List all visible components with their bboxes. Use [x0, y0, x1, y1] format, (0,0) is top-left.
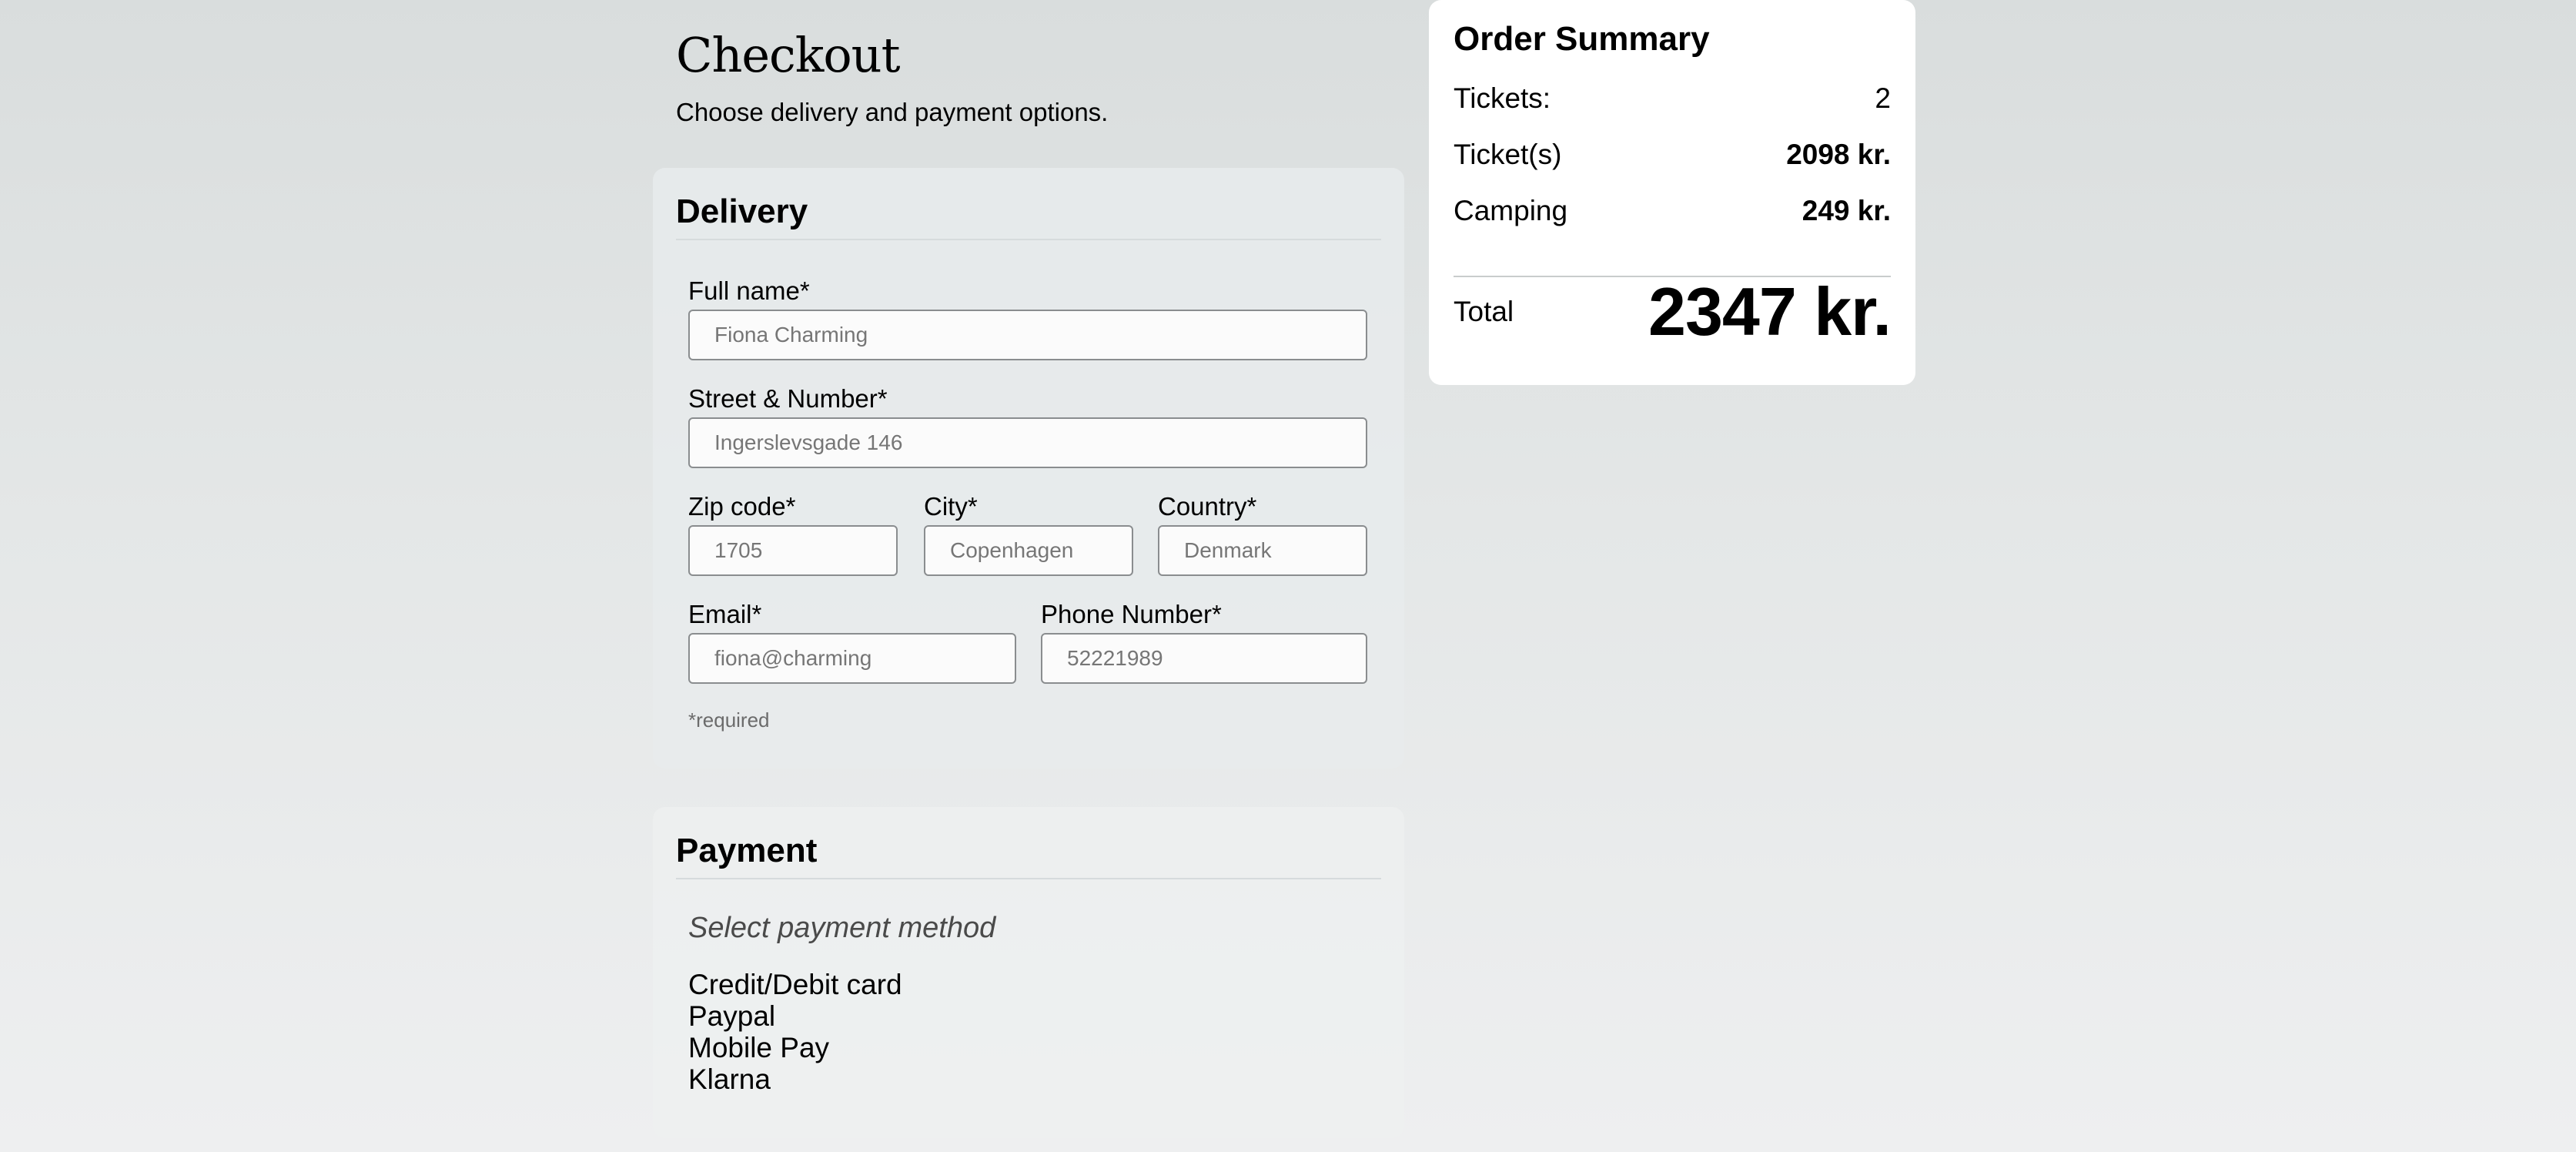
order-summary-title: Order Summary — [1454, 20, 1710, 58]
street-input[interactable] — [688, 417, 1367, 468]
payment-heading: Payment — [676, 832, 818, 869]
page-title: Checkout — [676, 27, 901, 83]
total-label: Total — [1454, 296, 1514, 327]
country-label: Country* — [1158, 492, 1257, 521]
summary-value: 2 — [1875, 82, 1891, 114]
summary-label: Ticket(s) — [1454, 139, 1562, 170]
street-label: Street & Number* — [688, 384, 888, 413]
email-input[interactable] — [688, 633, 1016, 684]
city-input[interactable] — [924, 525, 1133, 576]
delivery-heading: Delivery — [676, 193, 808, 230]
zip-label: Zip code* — [688, 492, 796, 521]
phone-input[interactable] — [1041, 633, 1367, 684]
email-label: Email* — [688, 600, 762, 628]
payment-option-mobilepay[interactable]: Mobile Pay — [688, 1032, 902, 1063]
payment-card: Payment Select payment method Credit/Deb… — [653, 807, 1404, 1138]
delivery-card: Delivery Full name* Street & Number* Zip… — [653, 168, 1404, 769]
delivery-divider — [676, 239, 1381, 240]
summary-row-camping: Camping 249 kr. — [1454, 194, 1891, 228]
summary-value: 249 kr. — [1802, 195, 1891, 226]
payment-option-card[interactable]: Credit/Debit card — [688, 969, 902, 1000]
payment-option-klarna[interactable]: Klarna — [688, 1063, 902, 1095]
summary-value: 2098 kr. — [1786, 139, 1891, 170]
payment-method-prompt: Select payment method — [688, 912, 996, 944]
order-summary-card: Order Summary Tickets: 2 Ticket(s) 2098 … — [1429, 0, 1915, 385]
full-name-label: Full name* — [688, 276, 810, 305]
summary-row-tickets-count: Tickets: 2 — [1454, 82, 1891, 116]
payment-option-paypal[interactable]: Paypal — [688, 1000, 902, 1032]
city-label: City* — [924, 492, 978, 521]
country-input[interactable] — [1158, 525, 1367, 576]
page-subtitle: Choose delivery and payment options. — [676, 98, 1109, 126]
payment-divider — [676, 878, 1381, 879]
payment-method-list: Credit/Debit card Paypal Mobile Pay Klar… — [688, 969, 902, 1095]
phone-label: Phone Number* — [1041, 600, 1222, 628]
summary-label: Tickets: — [1454, 82, 1551, 114]
total-value: 2347 kr. — [1648, 273, 1892, 350]
summary-total-row: Total 2347 kr. — [1454, 273, 1892, 350]
zip-input[interactable] — [688, 525, 898, 576]
summary-row-tickets-price: Ticket(s) 2098 kr. — [1454, 138, 1891, 172]
full-name-input[interactable] — [688, 310, 1367, 360]
required-note: *required — [688, 708, 770, 732]
summary-label: Camping — [1454, 195, 1568, 226]
